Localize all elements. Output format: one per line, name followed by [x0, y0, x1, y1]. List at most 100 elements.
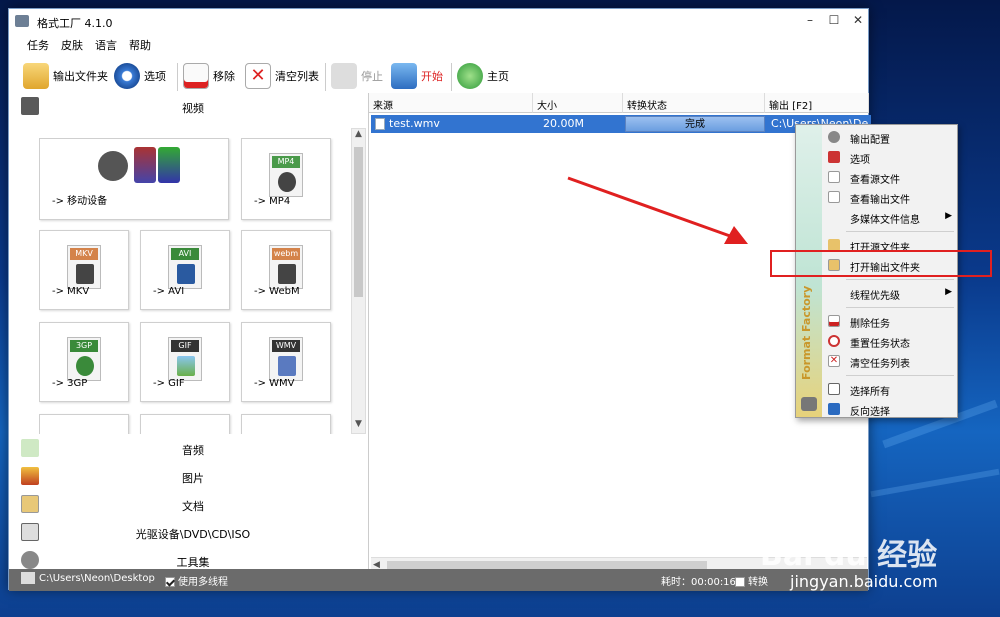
submenu-arrow-icon: ▶	[945, 211, 952, 221]
file-tag: MP4	[272, 156, 300, 168]
options-icon	[828, 151, 840, 163]
format-tiles: -> 移动设备 MP4 -> MP4 MKV -> MKV AVI -> AVI…	[39, 138, 339, 434]
menu-separator	[846, 307, 954, 308]
tile-partial[interactable]	[140, 414, 230, 434]
tile-wmv[interactable]: WMV -> WMV	[241, 322, 331, 402]
maximize-button[interactable]: ☐	[823, 13, 845, 29]
category-document-label: 文档	[182, 500, 204, 513]
tile-partial[interactable]	[241, 414, 331, 434]
document-icon	[828, 191, 840, 203]
tile-avi[interactable]: AVI -> AVI	[140, 230, 230, 310]
tile-mkv[interactable]: MKV -> MKV	[39, 230, 129, 310]
menu-language[interactable]: 语言	[95, 37, 117, 53]
status-path: C:\Users\Neon\Desktop	[39, 573, 155, 584]
stop-label: 停止	[361, 70, 383, 83]
tile-partial[interactable]	[39, 414, 129, 434]
clear-list-button[interactable]: ✕ 清空列表	[245, 61, 319, 91]
menu-separator	[846, 375, 954, 376]
convert-checkbox[interactable]: 转换	[735, 573, 768, 588]
file-tag: webm	[272, 248, 300, 260]
elapsed-time: 耗时：00:00:16	[661, 577, 736, 588]
tile-webm[interactable]: webm -> WebM	[241, 230, 331, 310]
menu-invert-selection[interactable]: 反向选择	[824, 399, 954, 419]
file-icon	[375, 118, 385, 130]
options-label: 选项	[144, 70, 166, 83]
remove-button[interactable]: 移除	[183, 61, 235, 91]
tile-label: -> WMV	[254, 378, 295, 389]
menu-thread-priority[interactable]: 线程优先级 ▶	[824, 283, 954, 303]
scroll-down-arrow[interactable]: ▼	[352, 419, 365, 433]
menu-label: 输出配置	[850, 135, 890, 146]
minimize-button[interactable]: –	[799, 13, 821, 29]
folder-icon	[23, 63, 49, 89]
menu-task[interactable]: 任务	[27, 37, 49, 53]
file-tag: GIF	[171, 340, 199, 352]
tile-mp4[interactable]: MP4 -> MP4	[241, 138, 331, 220]
multithread-checkbox[interactable]: 使用多线程	[165, 573, 228, 588]
col-status[interactable]: 转换状态	[623, 93, 765, 113]
select-all-icon	[828, 383, 840, 395]
mkv-file-icon: MKV	[67, 245, 101, 289]
toolbar-separator	[325, 63, 326, 91]
menu-view-output[interactable]: 查看输出文件	[824, 187, 954, 207]
category-optical-label: 光驱设备\DVD\CD\ISO	[135, 528, 251, 541]
options-button[interactable]: 选项	[114, 61, 166, 91]
tiles-scrollbar[interactable]: ▲ ▼	[351, 128, 366, 434]
menu-output-config[interactable]: 输出配置	[824, 127, 954, 147]
remove-file-icon	[183, 63, 209, 89]
close-button[interactable]: ✕	[847, 13, 869, 29]
stop-icon	[331, 63, 357, 89]
gif-file-icon: GIF	[168, 337, 202, 381]
main-window: 格式工厂 4.1.0 – ☐ ✕ 任务 皮肤 语言 帮助 输出文件夹 选项 移除…	[8, 8, 871, 591]
output-folder-button[interactable]: 输出文件夹	[23, 61, 108, 91]
menu-label: 选项	[850, 155, 870, 166]
scroll-up-arrow[interactable]: ▲	[352, 129, 365, 143]
col-output[interactable]: 输出 [F2]	[765, 93, 869, 113]
col-source[interactable]: 来源	[369, 93, 533, 113]
tile-mobile-device[interactable]: -> 移动设备	[39, 138, 229, 220]
globe-icon	[457, 63, 483, 89]
invert-icon	[828, 403, 840, 415]
menu-clear-task-list[interactable]: ✕ 清空任务列表	[824, 351, 954, 371]
menu-bar: 任务 皮肤 语言 帮助	[9, 35, 868, 53]
home-label: 主页	[487, 70, 509, 83]
menu-label: 反向选择	[850, 407, 890, 418]
tile-3gp[interactable]: 3GP -> 3GP	[39, 322, 129, 402]
menu-view-source[interactable]: 查看源文件	[824, 167, 954, 187]
file-tag: 3GP	[70, 340, 98, 352]
category-audio[interactable]: 音频	[17, 436, 369, 460]
webm-file-icon: webm	[269, 245, 303, 289]
category-picture[interactable]: 图片	[17, 464, 369, 488]
file-tag: WMV	[272, 340, 300, 352]
clear-list-label: 清空列表	[275, 70, 319, 83]
folder-icon	[21, 572, 35, 584]
menu-label: 删除任务	[850, 319, 890, 330]
3gp-file-icon: 3GP	[67, 337, 101, 381]
menu-select-all[interactable]: 选择所有	[824, 379, 954, 399]
start-button[interactable]: 开始	[391, 61, 443, 91]
toolbar-separator	[177, 63, 178, 91]
col-size[interactable]: 大小	[533, 93, 623, 113]
title-bar: 格式工厂 4.1.0 – ☐ ✕	[9, 9, 868, 35]
checkbox-unchecked[interactable]	[735, 577, 745, 587]
scroll-thumb[interactable]	[354, 147, 363, 297]
multithread-label: 使用多线程	[178, 577, 228, 588]
category-video[interactable]: 视频	[17, 94, 369, 118]
checkbox-checked[interactable]	[165, 577, 175, 587]
menu-skin[interactable]: 皮肤	[61, 37, 83, 53]
tile-label: -> MP4	[254, 196, 291, 207]
category-document[interactable]: 文档	[17, 492, 369, 516]
menu-reset-task[interactable]: 重置任务状态	[824, 331, 954, 351]
menu-help[interactable]: 帮助	[129, 37, 151, 53]
home-button[interactable]: 主页	[457, 61, 509, 91]
stop-button[interactable]: 停止	[331, 61, 383, 91]
menu-delete-task[interactable]: 删除任务	[824, 311, 954, 331]
menu-options[interactable]: 选项	[824, 147, 954, 167]
desktop-light-ray	[870, 468, 1000, 498]
menu-label: 查看源文件	[850, 175, 900, 186]
film-reel-icon	[98, 151, 128, 181]
category-audio-label: 音频	[182, 444, 204, 457]
category-optical-drive[interactable]: 光驱设备\DVD\CD\ISO	[17, 520, 369, 544]
tile-gif[interactable]: GIF -> GIF	[140, 322, 230, 402]
menu-media-info[interactable]: 多媒体文件信息 ▶	[824, 207, 954, 227]
